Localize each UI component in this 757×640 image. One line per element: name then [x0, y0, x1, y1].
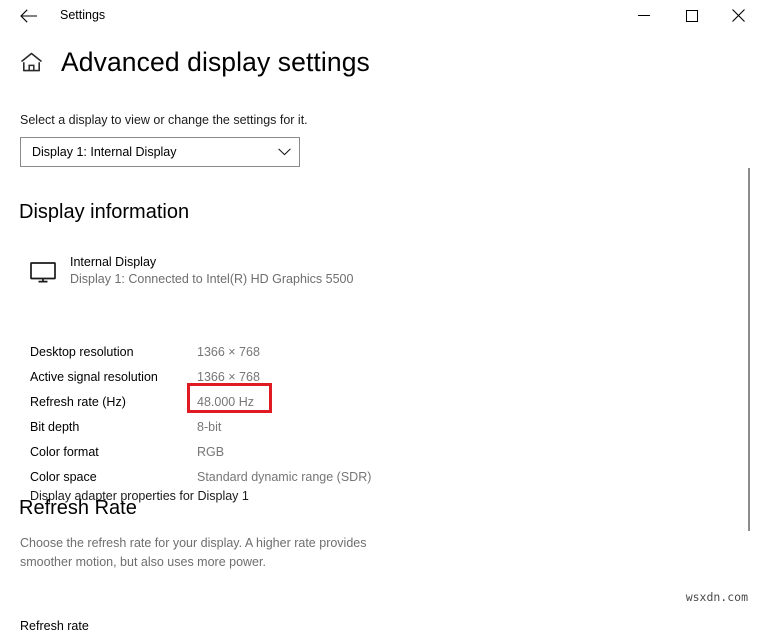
title-bar: Settings [0, 0, 757, 31]
table-row: Active signal resolution 1366 × 768 [30, 364, 371, 389]
table-row: Color format RGB [30, 439, 371, 464]
refresh-rate-value: 48.000 Hz [197, 394, 254, 409]
info-value: 8-bit [197, 419, 222, 434]
scrollbar-thumb[interactable] [748, 168, 750, 531]
maximize-button[interactable] [669, 0, 714, 31]
info-label: Refresh rate (Hz) [30, 394, 126, 409]
scrollbar[interactable] [741, 62, 757, 640]
monitor-connection-info: Display 1: Connected to Intel(R) HD Grap… [70, 272, 354, 286]
refresh-rate-heading: Refresh Rate [19, 497, 137, 519]
close-icon [732, 9, 745, 22]
close-button[interactable] [716, 0, 757, 31]
page-header: Advanced display settings [18, 47, 370, 78]
watermark: wsxdn.com [685, 590, 748, 604]
display-information-heading: Display information [19, 201, 190, 223]
display-info-table: Desktop resolution 1366 × 768 Active sig… [30, 339, 371, 489]
back-arrow-icon [19, 8, 37, 23]
info-value: 1366 × 768 [197, 344, 260, 359]
maximize-icon [685, 9, 698, 22]
page-title: Advanced display settings [61, 47, 370, 77]
info-label: Color space [30, 469, 97, 484]
refresh-rate-description: Choose the refresh rate for your display… [20, 536, 367, 569]
monitor-summary: Internal Display Display 1: Connected to… [28, 255, 353, 287]
home-icon[interactable] [18, 50, 44, 76]
info-label: Desktop resolution [30, 344, 134, 359]
minimize-button[interactable] [621, 0, 666, 31]
table-row: Refresh rate (Hz) 48.000 Hz [30, 389, 371, 414]
info-value: Standard dynamic range (SDR) [197, 469, 372, 484]
display-select-hint: Select a display to view or change the s… [20, 113, 308, 127]
info-label: Bit depth [30, 419, 80, 434]
minimize-icon [637, 14, 650, 17]
info-label: Active signal resolution [30, 369, 158, 384]
back-button[interactable] [8, 0, 48, 31]
monitor-name: Internal Display [70, 255, 157, 269]
table-row: Color space Standard dynamic range (SDR) [30, 464, 371, 489]
chevron-down-icon [269, 148, 299, 156]
refresh-rate-field-label: Refresh rate [20, 619, 89, 633]
window-title: Settings [60, 8, 106, 22]
display-select-dropdown[interactable]: Display 1: Internal Display [20, 137, 300, 167]
info-label: Color format [30, 444, 99, 459]
info-value: RGB [197, 444, 225, 459]
settings-page: Advanced display settings Select a displ… [0, 31, 757, 633]
info-value: 1366 × 768 [197, 369, 260, 384]
display-select-value: Display 1: Internal Display [32, 145, 177, 159]
table-row: Bit depth 8-bit [30, 414, 371, 439]
table-row: Desktop resolution 1366 × 768 [30, 339, 371, 364]
monitor-icon [28, 257, 58, 287]
